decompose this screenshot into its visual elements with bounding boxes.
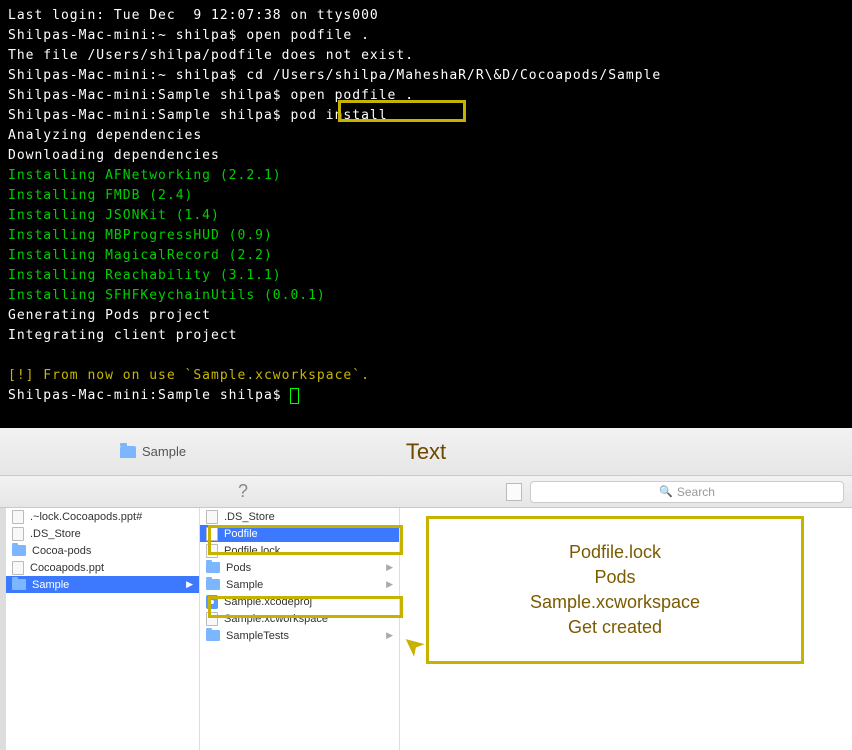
terminal-line: Shilpas-Mac-mini:~ shilpa$ cd /Users/shi… [8,66,844,86]
xcodeproj-icon [206,595,218,609]
folder-icon [12,545,26,556]
file-icon [206,527,218,541]
folder-item-selected[interactable]: Sample▶ [6,576,199,593]
terminal-line-install: Installing JSONKit (1.4) [8,206,844,226]
column-2: .DS_Store Podfile Podfile.lock Pods▶ Sam… [200,508,400,750]
xcworkspace-icon [206,612,218,626]
annotation-title: Text [406,428,446,476]
callout-line: Sample.xcworkspace [530,592,700,613]
finder-columns: .~lock.Cocoapods.ppt# .DS_Store Cocoa-po… [0,508,852,750]
workspace-item[interactable]: Sample.xcworkspace [200,610,399,627]
terminal-prompt[interactable]: Shilpas-Mac-mini:Sample shilpa$ [8,386,844,406]
annotation-callout: Podfile.lock Pods Sample.xcworkspace Get… [426,516,804,664]
file-icon [12,527,24,541]
terminal-line-install: Installing AFNetworking (2.2.1) [8,166,844,186]
cursor-icon [290,388,299,404]
search-icon: 🔍 [659,485,673,498]
folder-icon [206,562,220,573]
folder-item[interactable]: Cocoa-pods [6,542,199,559]
terminal-line: Last login: Tue Dec 9 12:07:38 on ttys00… [8,6,844,26]
document-icon[interactable] [506,483,522,501]
terminal-line: Integrating client project [8,326,844,346]
terminal-line: Shilpas-Mac-mini:Sample shilpa$ open pod… [8,86,844,106]
file-icon [12,510,24,524]
window-title: Sample [142,444,186,459]
column-1: .~lock.Cocoapods.ppt# .DS_Store Cocoa-po… [0,508,200,750]
file-icon [12,561,24,575]
file-item[interactable]: .~lock.Cocoapods.ppt# [6,508,199,525]
callout-line: Pods [594,567,635,588]
help-icon[interactable]: ? [238,481,248,502]
folder-item[interactable]: Sample▶ [200,576,399,593]
terminal-line: Analyzing dependencies [8,126,844,146]
terminal-line: Shilpas-Mac-mini:~ shilpa$ open podfile … [8,26,844,46]
finder-toolbar: ? 🔍 Search [0,476,852,508]
chevron-right-icon: ▶ [186,579,193,590]
file-item[interactable]: .DS_Store [200,508,399,525]
folder-icon [206,579,220,590]
file-item[interactable]: .DS_Store [6,525,199,542]
project-item[interactable]: Sample.xcodeproj [200,593,399,610]
terminal-line: Generating Pods project [8,306,844,326]
terminal-line-install: Installing MBProgressHUD (0.9) [8,226,844,246]
file-icon [206,510,218,524]
folder-icon [120,446,136,458]
callout-line: Get created [568,617,662,638]
terminal-line [8,346,844,366]
search-input[interactable]: 🔍 Search [530,481,844,503]
chevron-right-icon: ▶ [386,579,393,590]
terminal-line-install: Installing MagicalRecord (2.2) [8,246,844,266]
folder-icon [12,579,26,590]
highlighted-command: pod install [290,108,387,123]
callout-line: Podfile.lock [569,542,661,563]
file-item-selected[interactable]: Podfile [200,525,399,542]
folder-item[interactable]: Pods▶ [200,559,399,576]
chevron-right-icon: ▶ [386,562,393,573]
folder-icon [206,630,220,641]
chevron-right-icon: ▶ [386,630,393,641]
terminal-line: Shilpas-Mac-mini:Sample shilpa$ pod inst… [8,106,844,126]
search-placeholder: Search [677,485,715,499]
terminal-window[interactable]: Last login: Tue Dec 9 12:07:38 on ttys00… [0,0,852,428]
file-item[interactable]: Podfile.lock [200,542,399,559]
terminal-line-install: Installing FMDB (2.4) [8,186,844,206]
terminal-line: The file /Users/shilpa/podfile does not … [8,46,844,66]
terminal-line-install: Installing SFHFKeychainUtils (0.0.1) [8,286,844,306]
terminal-line-install: Installing Reachability (3.1.1) [8,266,844,286]
terminal-line-warning: [!] From now on use `Sample.xcworkspace`… [8,366,844,386]
file-item[interactable]: Cocoapods.ppt [6,559,199,576]
folder-item[interactable]: SampleTests▶ [200,627,399,644]
file-icon [206,544,218,558]
terminal-line: Downloading dependencies [8,146,844,166]
